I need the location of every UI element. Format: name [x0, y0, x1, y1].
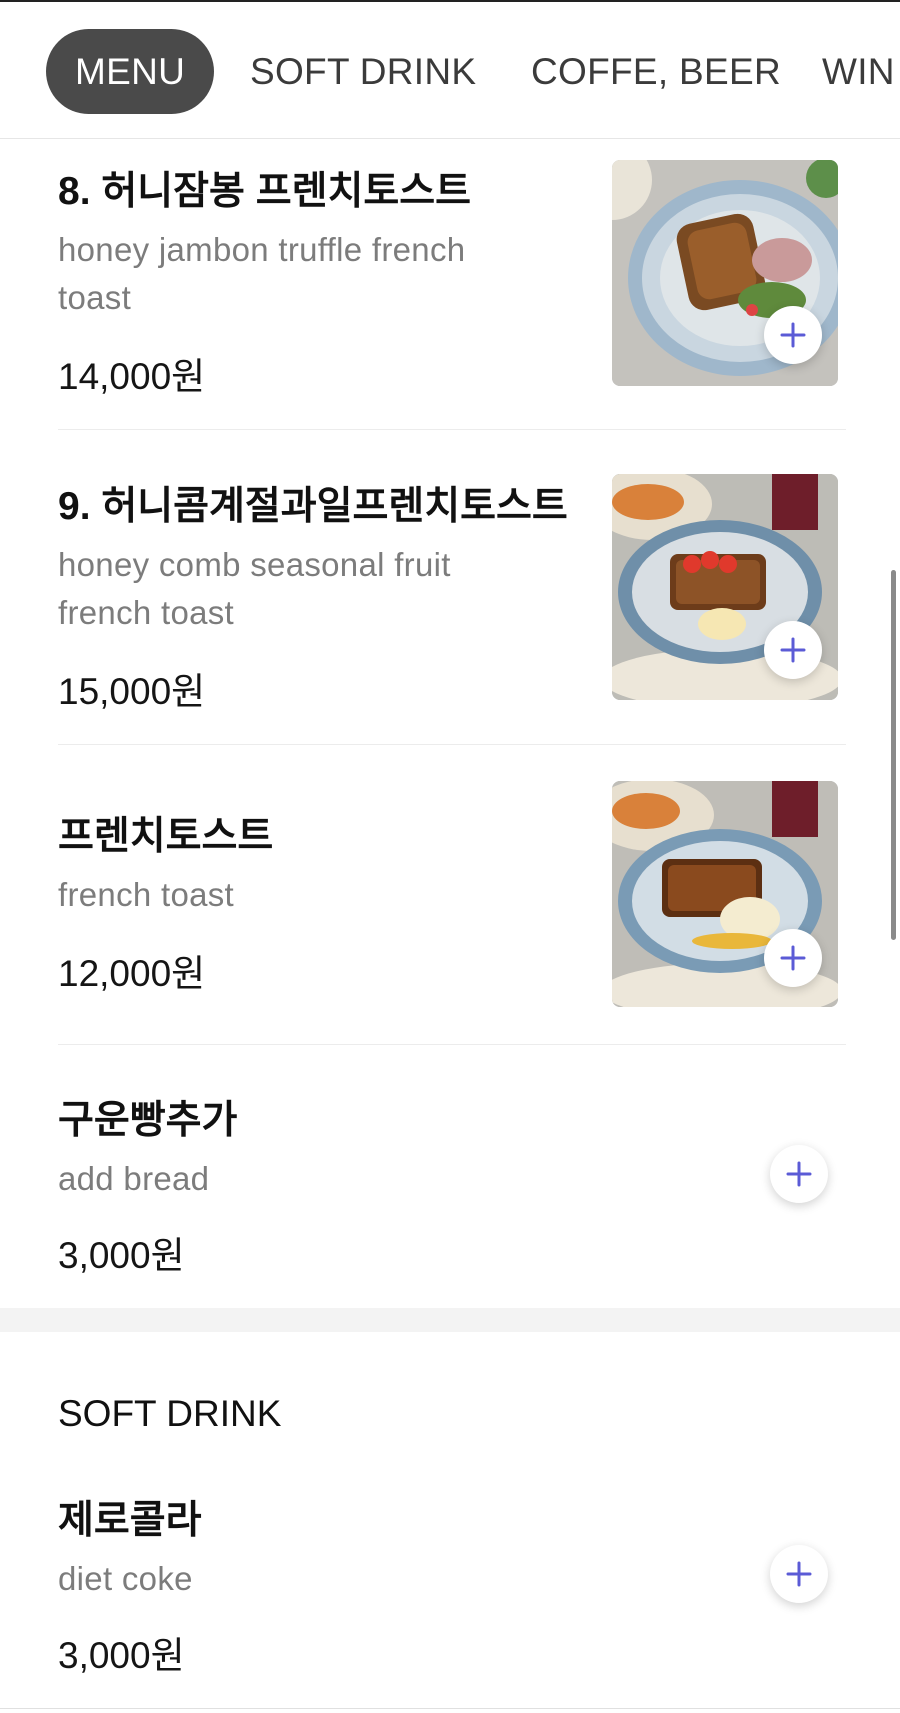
add-to-cart-button[interactable]: [770, 1145, 828, 1203]
plus-icon: [780, 637, 806, 663]
item-description: diet coke: [58, 1560, 193, 1597]
item-price: 14,000원: [58, 356, 206, 397]
plus-icon: [780, 945, 806, 971]
item-price: 15,000원: [58, 671, 206, 712]
tab-coffee-beer[interactable]: COFFE, BEER: [531, 29, 781, 114]
item-description: honey comb seasonal fruit french toast: [58, 546, 451, 631]
plus-icon: [780, 322, 806, 348]
section-separator: [0, 1308, 900, 1332]
plus-icon: [786, 1161, 812, 1187]
divider: [58, 429, 846, 430]
tab-soft-drink[interactable]: SOFT DRINK: [250, 29, 476, 114]
plus-icon: [786, 1561, 812, 1587]
item-description: add bread: [58, 1160, 210, 1197]
item-price: 3,000원: [58, 1635, 185, 1676]
item-description: french toast: [58, 876, 235, 913]
item-name: 9. 허니콤계절과일프렌치토스트: [58, 485, 568, 528]
item-name: 제로콜라: [58, 1499, 202, 1542]
category-tabs: MENU SOFT DRINK COFFE, BEER WIN: [0, 2, 900, 139]
menu-item[interactable]: 제로콜라 diet coke 3,000원: [58, 1475, 846, 1695]
tab-wine[interactable]: WIN: [822, 29, 895, 114]
item-description: honey jambon truffle french toast: [58, 231, 466, 316]
divider: [58, 744, 846, 745]
bottom-border: [0, 1708, 900, 1709]
item-name: 프렌치토스트: [58, 815, 274, 858]
divider: [58, 1044, 846, 1045]
section-title: SOFT DRINK: [58, 1393, 282, 1434]
scrollbar[interactable]: [891, 570, 896, 940]
add-to-cart-button[interactable]: [764, 621, 822, 679]
item-name: 구운빵추가: [58, 1099, 238, 1142]
item-price: 12,000원: [58, 953, 206, 994]
item-name: 8. 허니잠봉 프렌치토스트: [58, 170, 471, 213]
add-to-cart-button[interactable]: [764, 306, 822, 364]
add-to-cart-button[interactable]: [770, 1545, 828, 1603]
menu-item[interactable]: 구운빵추가 add bread 3,000원: [58, 1075, 846, 1295]
add-to-cart-button[interactable]: [764, 929, 822, 987]
tab-menu[interactable]: MENU: [46, 29, 215, 114]
item-price: 3,000원: [58, 1235, 185, 1276]
